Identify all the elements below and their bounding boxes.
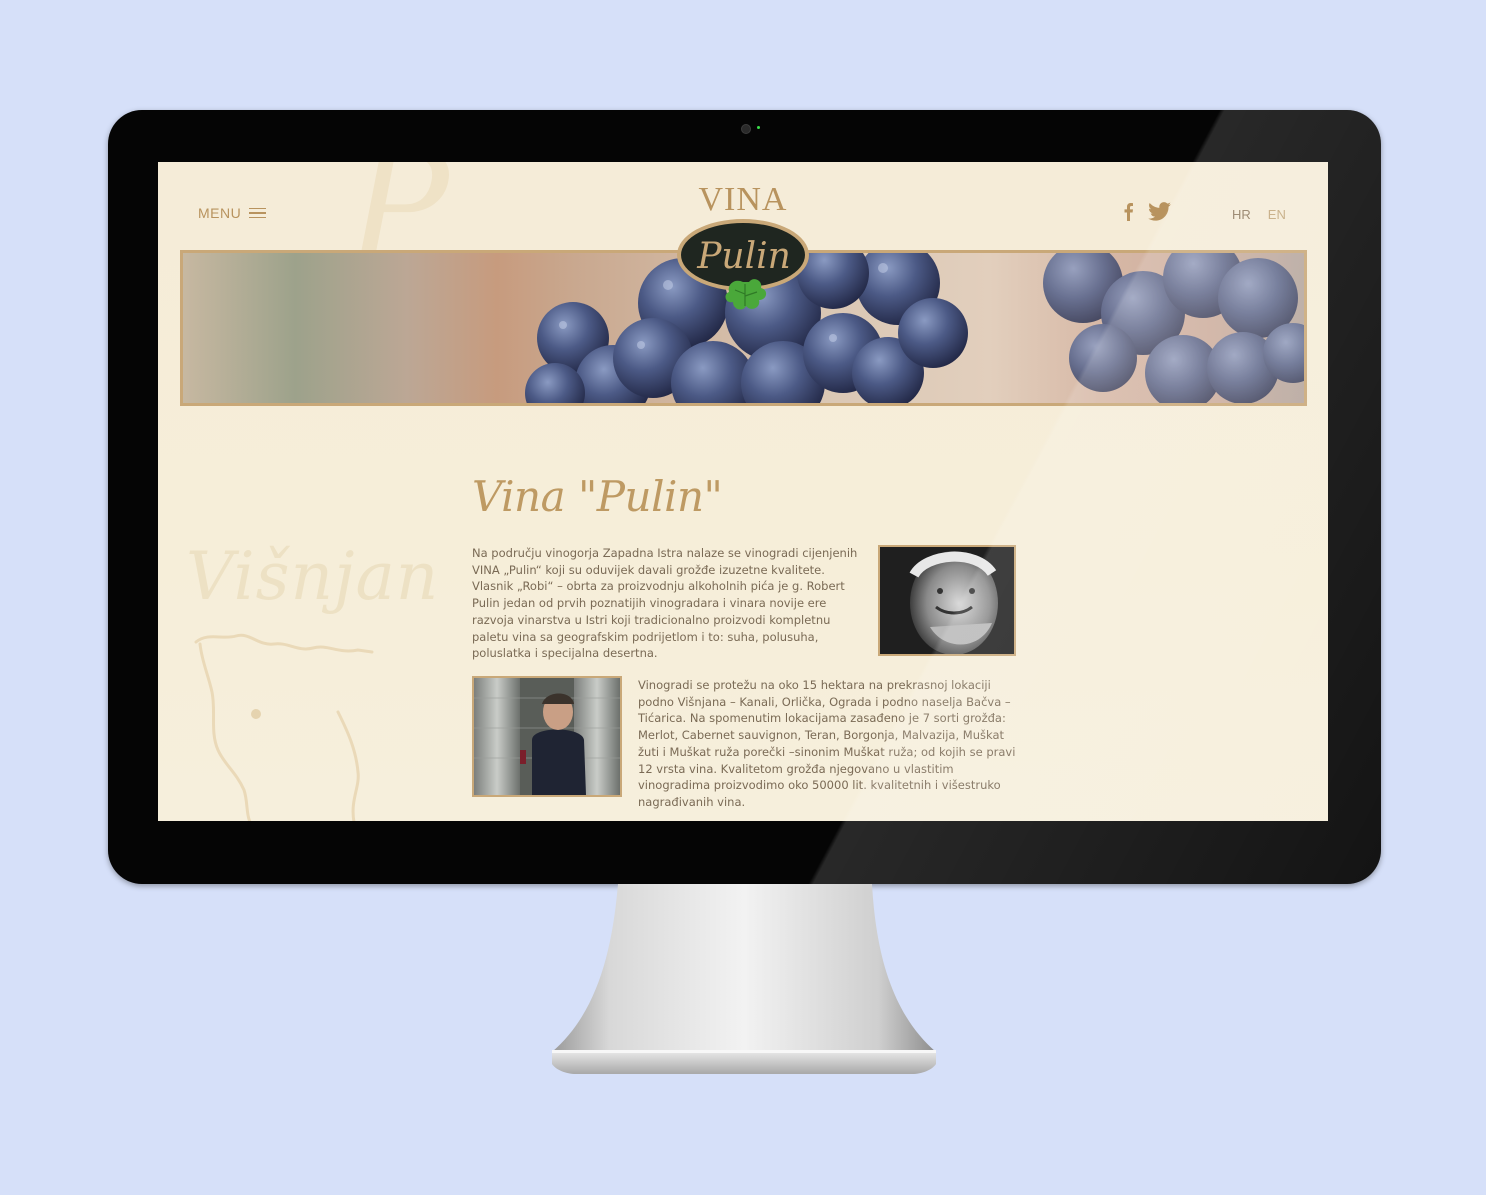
camera-icon xyxy=(741,124,751,134)
language-switcher: HR EN xyxy=(1232,207,1286,222)
vina-pulin-logo[interactable]: VINA Pulin xyxy=(673,182,813,312)
hamburger-icon xyxy=(249,207,267,219)
page-title: Vina "Pulin" xyxy=(472,472,723,521)
menu-label: MENU xyxy=(198,205,242,221)
camera-led xyxy=(757,126,760,129)
background-town-name: Višnjan xyxy=(186,538,440,615)
lang-en[interactable]: EN xyxy=(1268,207,1286,222)
lang-hr[interactable]: HR xyxy=(1232,207,1251,222)
vineyards-paragraph: Vinogradi se protežu na oko 15 hektara n… xyxy=(638,678,1016,809)
svg-text:Pulin: Pulin xyxy=(696,236,791,277)
social-links xyxy=(1122,202,1171,221)
grape-leaf-icon xyxy=(725,279,767,310)
svg-text:VINA: VINA xyxy=(699,182,788,218)
monitor-frame: P MENU HR EN VINA Pulin Višnjan Vina "Pu… xyxy=(108,110,1381,884)
facebook-icon[interactable] xyxy=(1122,202,1134,221)
twitter-icon[interactable] xyxy=(1148,202,1171,221)
monitor-stand xyxy=(552,884,936,1074)
winemaker-cellar-photo xyxy=(472,676,622,797)
website-screen: P MENU HR EN VINA Pulin Višnjan Vina "Pu… xyxy=(158,162,1328,821)
istria-map-outline xyxy=(194,633,374,821)
menu-button[interactable]: MENU xyxy=(198,205,267,221)
owner-portrait-photo xyxy=(878,545,1016,656)
intro-paragraph: Na području vinogorja Zapadna Istra nala… xyxy=(472,546,858,661)
